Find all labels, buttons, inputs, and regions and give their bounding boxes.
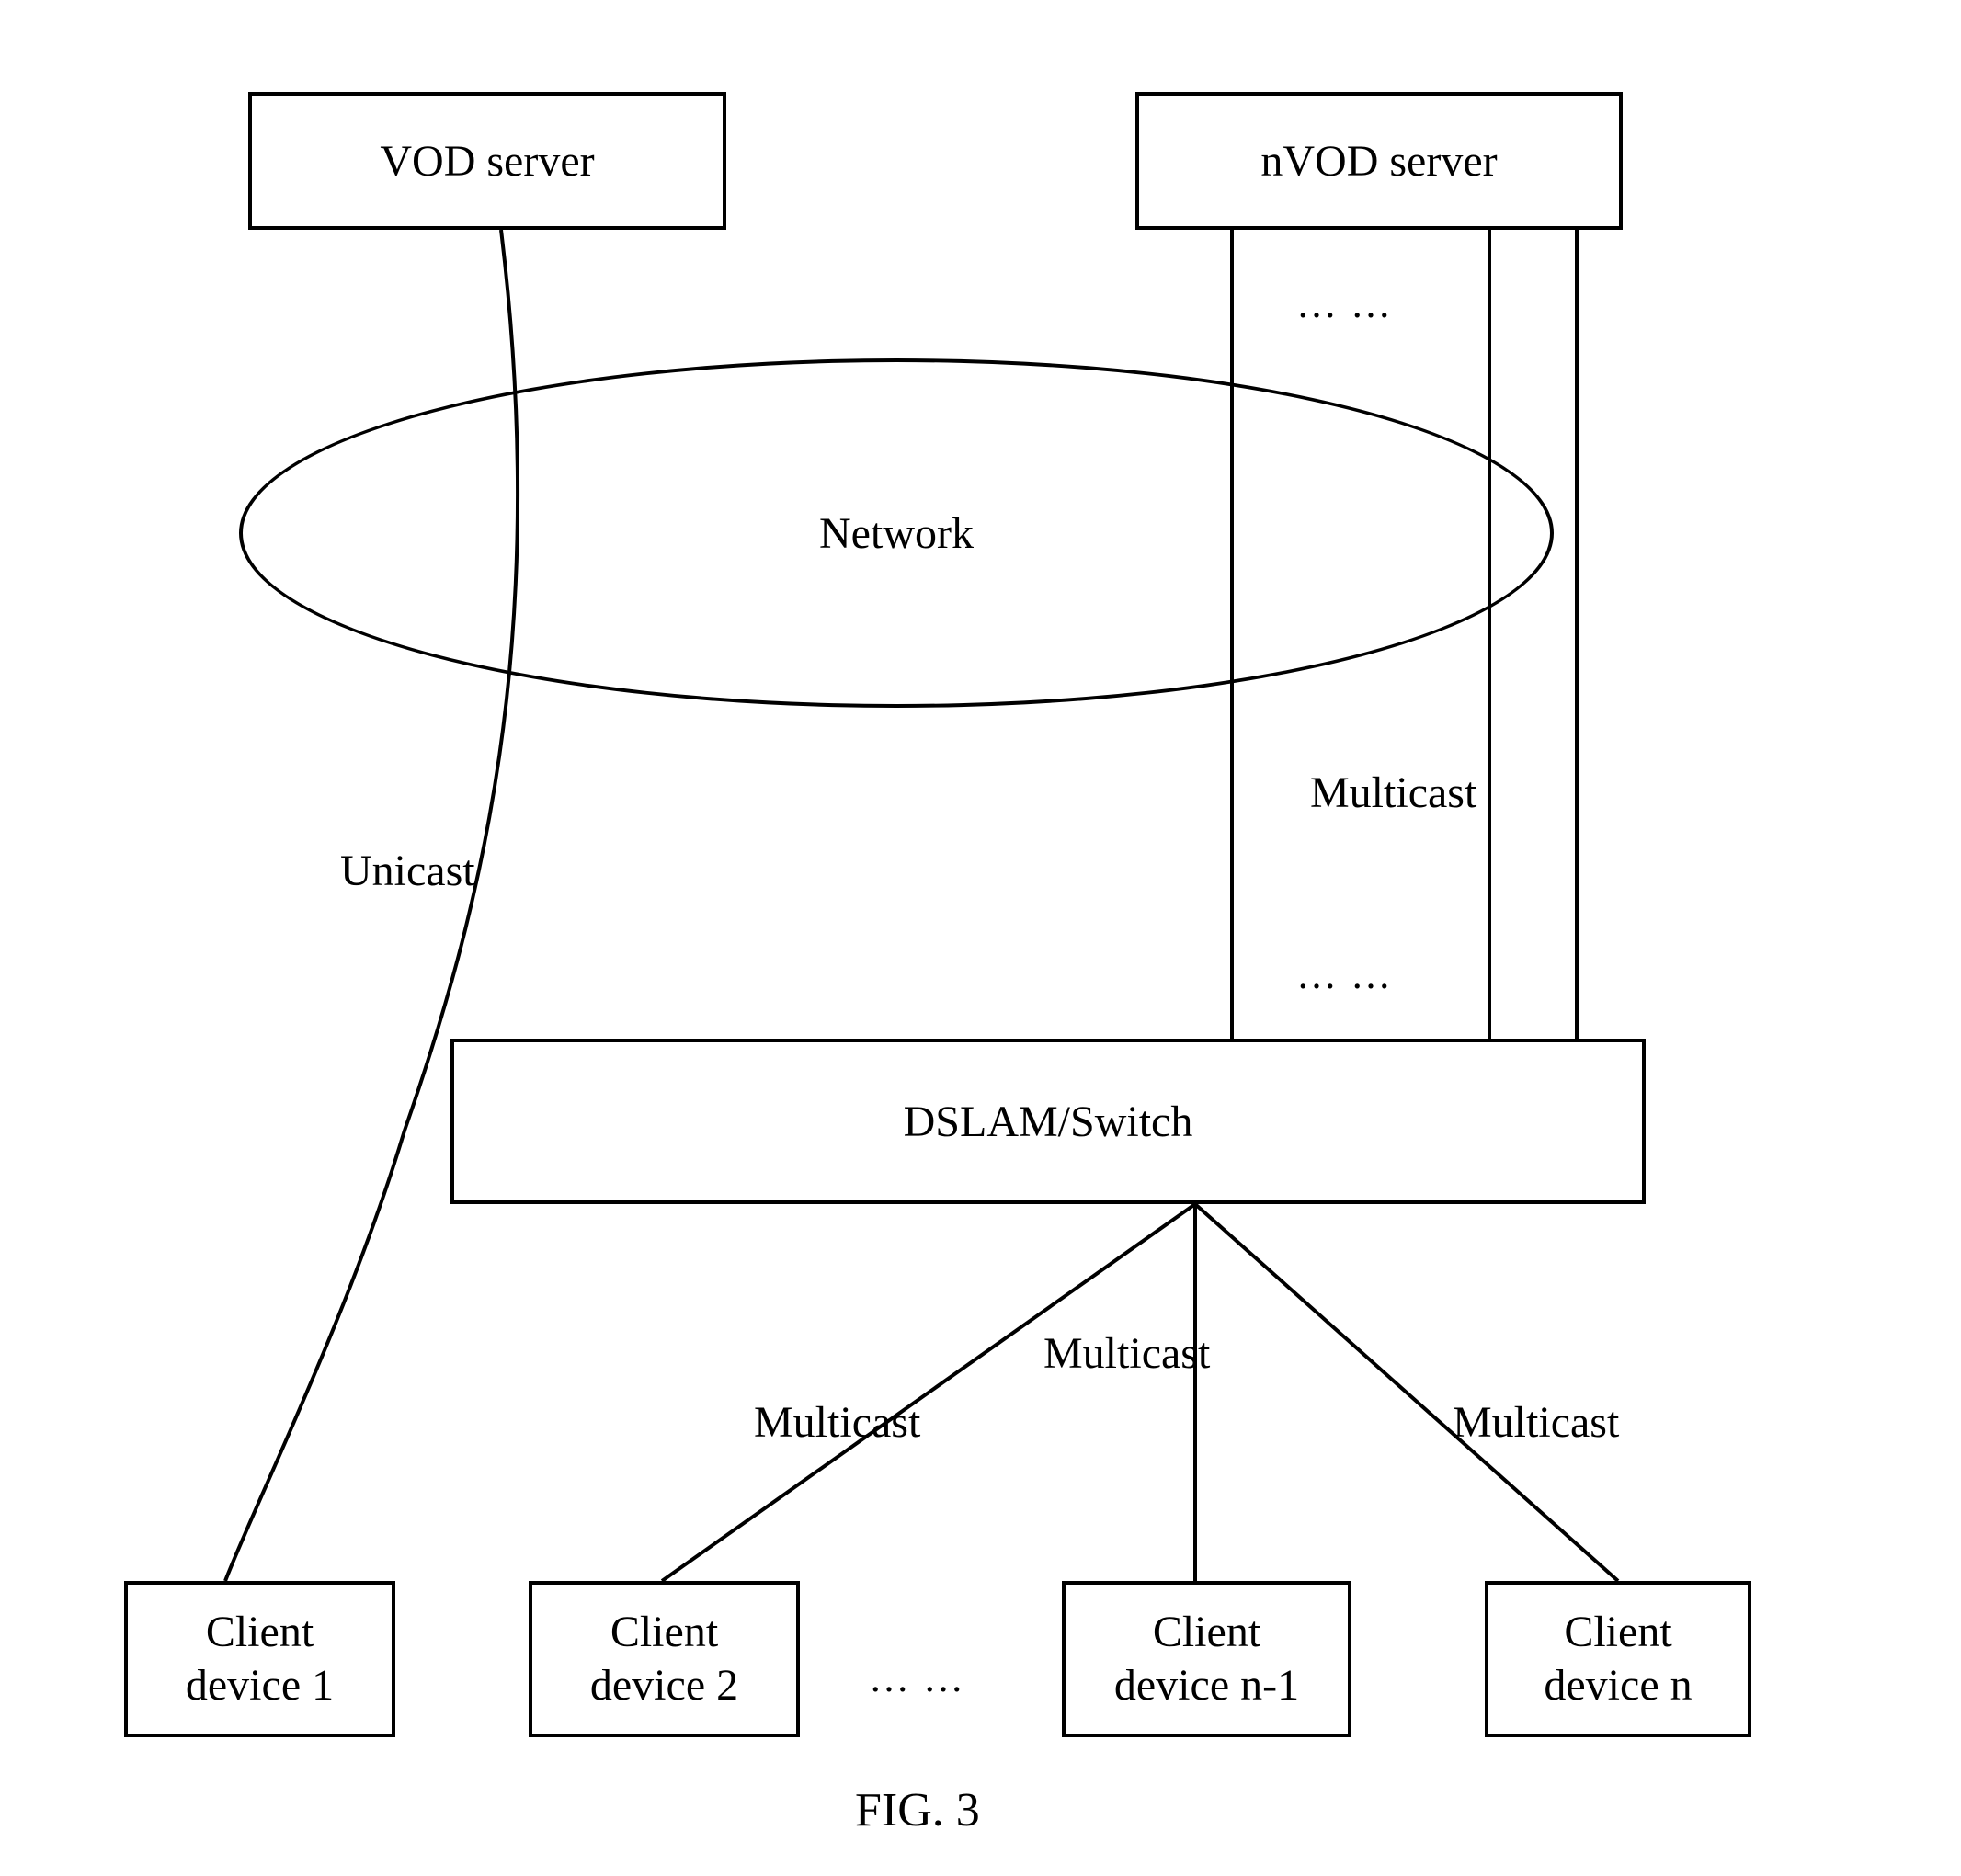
client1-box: Client device 1 (124, 1581, 395, 1737)
ellipsis-mid: … … (1296, 951, 1393, 998)
client2-box: Client device 2 (529, 1581, 800, 1737)
ellipsis-bottom: … … (869, 1654, 965, 1701)
dslam-label: DSLAM/Switch (904, 1097, 1193, 1147)
client-nm1-label: Client device n-1 (1114, 1606, 1299, 1711)
client-n-box: Client device n (1485, 1581, 1751, 1737)
nvod-server-box: nVOD server (1135, 92, 1623, 230)
unicast-label: Unicast (340, 846, 475, 896)
vod-server-box: VOD server (248, 92, 726, 230)
network-ellipse: Network (239, 358, 1554, 708)
client1-label: Client device 1 (186, 1606, 334, 1711)
ellipsis-top: … … (1296, 280, 1393, 327)
client2-label: Client device 2 (590, 1606, 738, 1711)
network-label: Network (819, 508, 974, 559)
dslam-box: DSLAM/Switch (450, 1039, 1646, 1204)
multicast-branch2-label: Multicast (1043, 1328, 1210, 1379)
client-nm1-box: Client device n-1 (1062, 1581, 1351, 1737)
vod-server-label: VOD server (380, 136, 594, 187)
multicast-branch1-label: Multicast (754, 1397, 920, 1448)
client-n-label: Client device n (1544, 1606, 1692, 1711)
multicast-branch3-label: Multicast (1453, 1397, 1619, 1448)
multicast-top-label: Multicast (1310, 767, 1476, 818)
nvod-server-label: nVOD server (1260, 136, 1497, 187)
figure-caption: FIG. 3 (855, 1783, 980, 1837)
